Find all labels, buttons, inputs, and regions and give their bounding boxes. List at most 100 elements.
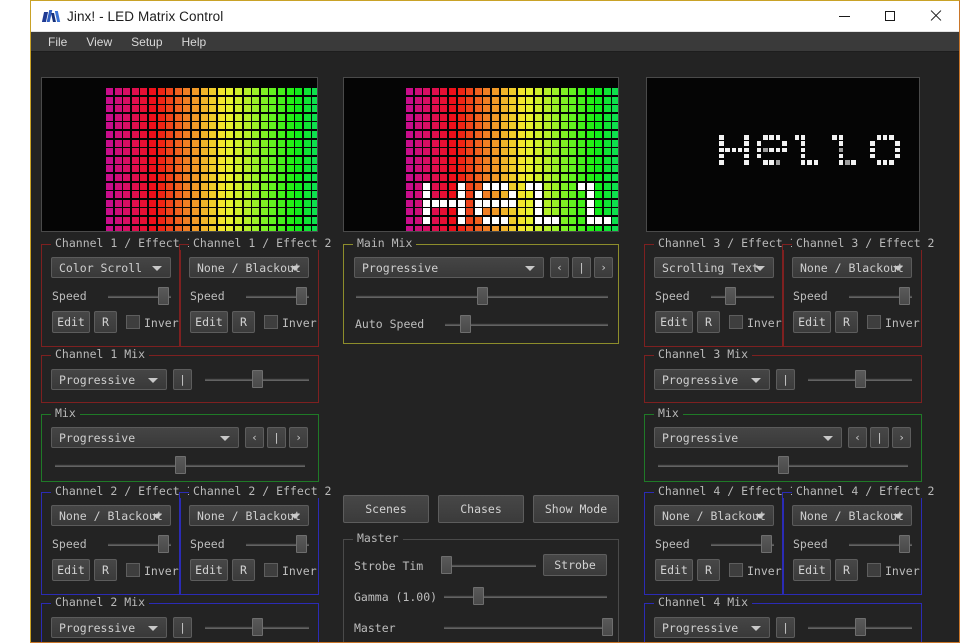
- speed-slider-c1e1[interactable]: [108, 287, 171, 305]
- scenes-button[interactable]: Scenes: [343, 495, 429, 523]
- mix-fader-right[interactable]: [658, 456, 908, 474]
- main-mix-bar-button[interactable]: |: [572, 257, 591, 278]
- slider-thumb[interactable]: [899, 287, 911, 305]
- invert-checkbox-c2e2[interactable]: [264, 563, 278, 577]
- main-mix-next-button[interactable]: ›: [594, 257, 613, 278]
- effect-select-c3e2[interactable]: None / Blackout: [792, 257, 912, 278]
- gamma-slider[interactable]: [444, 587, 607, 605]
- reset-button-c1e2[interactable]: R: [232, 311, 255, 333]
- invert-checkbox-c3e1[interactable]: [729, 315, 743, 329]
- invert-checkbox-c2e1[interactable]: [126, 563, 140, 577]
- maximize-button[interactable]: [867, 1, 913, 31]
- effect-select-c4e2[interactable]: None / Blackout: [792, 505, 912, 526]
- edit-button-c1e2[interactable]: Edit: [190, 311, 228, 333]
- main-mix-mode-select[interactable]: Progressive: [354, 257, 544, 278]
- invert-checkbox-c1e2[interactable]: [264, 315, 278, 329]
- speed-slider-c4e1[interactable]: [711, 535, 774, 553]
- edit-button-c4e1[interactable]: Edit: [655, 559, 693, 581]
- main-mix-prev-button[interactable]: ‹: [550, 257, 569, 278]
- mix-bar-button-left[interactable]: |: [267, 427, 286, 448]
- slider-thumb[interactable]: [761, 535, 773, 553]
- strobe-time-slider[interactable]: [440, 556, 536, 574]
- menu-help[interactable]: Help: [173, 34, 216, 50]
- speed-slider-c3e1[interactable]: [711, 287, 774, 305]
- effect-select-c1e1[interactable]: Color Scroll: [51, 257, 171, 278]
- slider-thumb[interactable]: [158, 535, 170, 553]
- mix-mode-select-c4[interactable]: Progressive: [654, 617, 770, 638]
- menu-setup[interactable]: Setup: [122, 34, 171, 50]
- reset-button-c1e1[interactable]: R: [94, 311, 117, 333]
- master-slider[interactable]: [444, 618, 613, 636]
- mix-next-button-left[interactable]: ›: [289, 427, 308, 448]
- slider-thumb[interactable]: [252, 618, 263, 636]
- slider-thumb[interactable]: [175, 456, 186, 474]
- reset-button-c3e2[interactable]: R: [835, 311, 858, 333]
- edit-button-c4e2[interactable]: Edit: [793, 559, 831, 581]
- mix-bar-button-c3[interactable]: |: [776, 369, 795, 390]
- mix-fader-c2[interactable]: [205, 618, 309, 636]
- reset-button-c4e1[interactable]: R: [697, 559, 720, 581]
- mix-mode-select-c1[interactable]: Progressive: [51, 369, 167, 390]
- slider-thumb[interactable]: [459, 315, 471, 333]
- slider-thumb[interactable]: [855, 370, 866, 388]
- speed-slider-c1e2[interactable]: [246, 287, 309, 305]
- slider-thumb[interactable]: [158, 287, 170, 305]
- auto-speed-slider[interactable]: [445, 315, 608, 333]
- speed-slider-c3e2[interactable]: [849, 287, 912, 305]
- edit-button-c2e1[interactable]: Edit: [52, 559, 90, 581]
- reset-button-c4e2[interactable]: R: [835, 559, 858, 581]
- mix-mode-select-c3[interactable]: Progressive: [654, 369, 770, 390]
- main-mix-fader[interactable]: [356, 287, 608, 305]
- slider-thumb[interactable]: [477, 287, 488, 305]
- mix-bar-button-c4[interactable]: |: [776, 617, 795, 638]
- invert-checkbox-c4e2[interactable]: [867, 563, 881, 577]
- output-preview-1[interactable]: [41, 77, 318, 232]
- invert-checkbox-c4e1[interactable]: [729, 563, 743, 577]
- speed-slider-c2e1[interactable]: [108, 535, 171, 553]
- mix-bar-button-right[interactable]: |: [870, 427, 889, 448]
- mix-mode-select-left[interactable]: Progressive: [51, 427, 239, 448]
- close-button[interactable]: [913, 1, 959, 31]
- effect-select-c2e1[interactable]: None / Blackout: [51, 505, 171, 526]
- mix-next-button-right[interactable]: ›: [892, 427, 911, 448]
- chases-button[interactable]: Chases: [438, 495, 524, 523]
- mix-fader-c4[interactable]: [808, 618, 912, 636]
- slider-thumb[interactable]: [473, 587, 485, 605]
- slider-thumb[interactable]: [855, 618, 866, 636]
- reset-button-c2e1[interactable]: R: [94, 559, 117, 581]
- edit-button-c2e2[interactable]: Edit: [190, 559, 228, 581]
- output-preview-2[interactable]: [343, 77, 619, 232]
- mix-fader-c3[interactable]: [808, 370, 912, 388]
- effect-select-c2e2[interactable]: None / Blackout: [189, 505, 309, 526]
- slider-thumb[interactable]: [440, 556, 452, 574]
- slider-thumb[interactable]: [778, 456, 789, 474]
- edit-button-c1e1[interactable]: Edit: [52, 311, 90, 333]
- slider-thumb[interactable]: [724, 287, 736, 305]
- mix-mode-select-c2[interactable]: Progressive: [51, 617, 167, 638]
- output-preview-3[interactable]: [646, 77, 920, 232]
- minimize-button[interactable]: [821, 1, 867, 31]
- mix-bar-button-c2[interactable]: |: [173, 617, 192, 638]
- slider-thumb[interactable]: [602, 618, 613, 636]
- mix-prev-button-left[interactable]: ‹: [245, 427, 264, 448]
- speed-slider-c2e2[interactable]: [246, 535, 309, 553]
- mix-mode-select-right[interactable]: Progressive: [654, 427, 842, 448]
- effect-select-c1e2[interactable]: None / Blackout: [189, 257, 309, 278]
- mix-prev-button-right[interactable]: ‹: [848, 427, 867, 448]
- invert-checkbox-c1e1[interactable]: [126, 315, 140, 329]
- mix-fader-c1[interactable]: [205, 370, 309, 388]
- show-mode-button[interactable]: Show Mode: [533, 495, 619, 523]
- reset-button-c3e1[interactable]: R: [697, 311, 720, 333]
- effect-select-c4e1[interactable]: None / Blackout: [654, 505, 774, 526]
- slider-thumb[interactable]: [899, 535, 911, 553]
- invert-checkbox-c3e2[interactable]: [867, 315, 881, 329]
- speed-slider-c4e2[interactable]: [849, 535, 912, 553]
- menu-file[interactable]: File: [39, 34, 76, 50]
- edit-button-c3e1[interactable]: Edit: [655, 311, 693, 333]
- mix-bar-button-c1[interactable]: |: [173, 369, 192, 390]
- menu-view[interactable]: View: [77, 34, 121, 50]
- strobe-button[interactable]: Strobe: [543, 554, 607, 576]
- reset-button-c2e2[interactable]: R: [232, 559, 255, 581]
- mix-fader-left[interactable]: [55, 456, 305, 474]
- slider-thumb[interactable]: [252, 370, 263, 388]
